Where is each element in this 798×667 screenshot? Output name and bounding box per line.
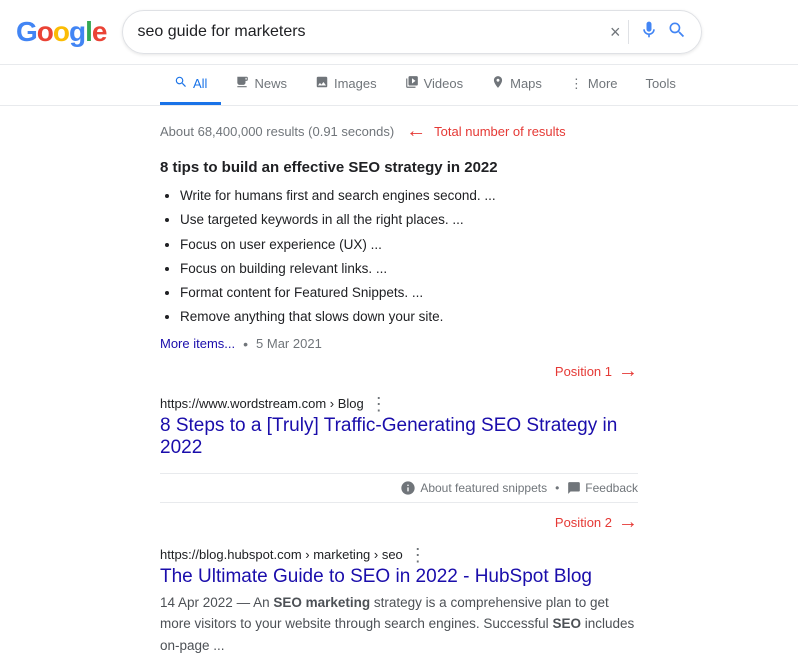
result2-title[interactable]: The Ultimate Guide to SEO in 2022 - HubS… (160, 566, 638, 588)
results-count: About 68,400,000 results (0.91 seconds) … (160, 112, 638, 151)
tab-all-label: All (193, 76, 207, 91)
list-item: Write for humans first and search engine… (180, 184, 638, 208)
more-items-row: More items... • 5 Mar 2021 (160, 336, 638, 352)
tab-videos-label: Videos (424, 76, 464, 91)
result2-menu-icon[interactable]: ⋮ (409, 546, 427, 564)
videos-icon (405, 75, 419, 92)
results-count-annotation: Total number of results (434, 124, 566, 139)
tab-maps[interactable]: Maps (477, 65, 556, 105)
search-input[interactable] (137, 23, 609, 41)
position1-annotation: Position 1 (555, 364, 612, 379)
tab-maps-label: Maps (510, 76, 542, 91)
tab-images[interactable]: Images (301, 65, 391, 105)
tab-news-label: News (254, 76, 287, 91)
more-items-link[interactable]: More items... (160, 336, 235, 351)
position1-annotation-row: Position 1 ← (160, 360, 638, 383)
voice-icon[interactable] (639, 20, 659, 45)
search-bar: × (122, 10, 702, 54)
result2-url: https://blog.hubspot.com › marketing › s… (160, 547, 403, 562)
tab-tools-label: Tools (646, 76, 676, 91)
all-icon (174, 75, 188, 92)
search-results: About 68,400,000 results (0.91 seconds) … (0, 106, 798, 667)
result1-menu-icon[interactable]: ⋮ (370, 395, 388, 413)
snippet-date: 5 Mar 2021 (256, 336, 322, 351)
position2-annotation: Position 2 (555, 515, 612, 530)
list-item: Use targeted keywords in all the right p… (180, 208, 638, 232)
tab-news[interactable]: News (221, 65, 301, 105)
snippet-footer: About featured snippets • Feedback (160, 473, 638, 503)
list-item: Format content for Featured Snippets. ..… (180, 281, 638, 305)
images-icon (315, 75, 329, 92)
tab-more-label: More (588, 76, 618, 91)
result2-date: 14 Apr 2022 (160, 595, 233, 610)
snippet-title: 8 tips to build an effective SEO strateg… (160, 159, 638, 176)
list-item: Focus on user experience (UX) ... (180, 233, 638, 257)
results-count-text: About 68,400,000 results (0.91 seconds) (160, 124, 394, 139)
footer-dot: • (555, 481, 559, 495)
about-snippets-label: About featured snippets (420, 481, 547, 495)
position2-annotation-row: Position 2 ← (160, 511, 638, 534)
tab-images-label: Images (334, 76, 377, 91)
arrow-position1: ← (618, 360, 638, 383)
header: Google × (0, 0, 798, 65)
feedback-label: Feedback (585, 481, 638, 495)
clear-icon[interactable]: × (610, 22, 621, 43)
result-item-2: https://blog.hubspot.com › marketing › s… (160, 536, 638, 667)
dot-separator: • (243, 336, 248, 352)
result2-url-row: https://blog.hubspot.com › marketing › s… (160, 546, 638, 564)
arrow-icon: ← (406, 120, 426, 143)
search-button[interactable] (667, 20, 687, 45)
featured-snippet: 8 tips to build an effective SEO strateg… (160, 151, 638, 360)
maps-icon (491, 75, 505, 92)
search-tabs: All News Images Videos Maps ⋮ More Tools (0, 65, 798, 106)
tab-more[interactable]: ⋮ More (556, 66, 632, 105)
result1-url-row: https://www.wordstream.com › Blog ⋮ (160, 395, 638, 413)
result2-snippet: 14 Apr 2022 — An SEO marketing strategy … (160, 592, 638, 657)
arrow-position2: ← (618, 511, 638, 534)
list-item: Remove anything that slows down your sit… (180, 305, 638, 329)
snippet-list: Write for humans first and search engine… (160, 184, 638, 330)
search-divider (628, 20, 629, 44)
result1-title[interactable]: 8 Steps to a [Truly] Traffic-Generating … (160, 415, 638, 459)
list-item: Focus on building relevant links. ... (180, 257, 638, 281)
result-item-1: https://www.wordstream.com › Blog ⋮ 8 St… (160, 385, 638, 473)
tab-all[interactable]: All (160, 65, 221, 105)
google-logo: Google (16, 16, 106, 48)
result1-url: https://www.wordstream.com › Blog (160, 396, 364, 411)
tab-tools[interactable]: Tools (632, 66, 690, 104)
about-featured-snippets[interactable]: About featured snippets (400, 480, 547, 496)
more-icon: ⋮ (570, 76, 583, 92)
tab-videos[interactable]: Videos (391, 65, 478, 105)
feedback-button[interactable]: Feedback (567, 481, 638, 495)
news-icon (235, 75, 249, 92)
